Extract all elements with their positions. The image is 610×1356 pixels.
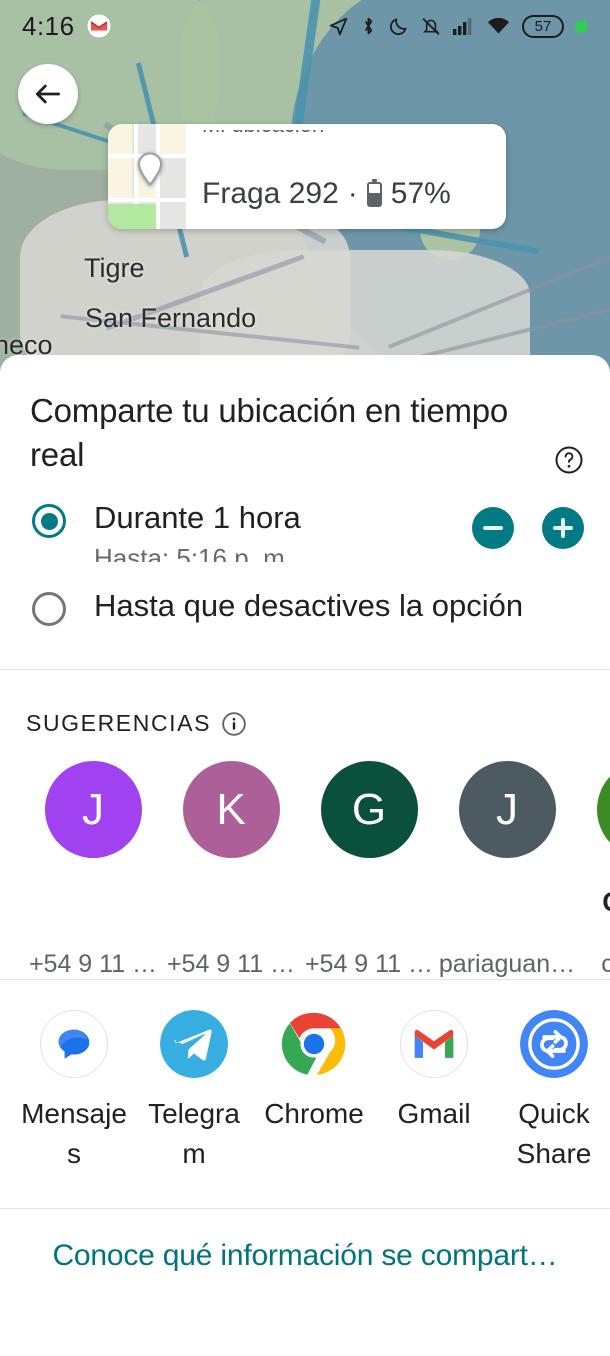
share-location-sheet: Comparte tu ubicación en tiempo real Dur… [0, 355, 610, 1356]
contact-item[interactable]: C C Rem caron… [576, 761, 610, 979]
status-bar-right: 57 [328, 14, 588, 38]
avatar: K [182, 761, 280, 858]
chrome-icon [280, 1010, 348, 1078]
radio-one-hour[interactable] [32, 504, 66, 538]
gmail-icon [400, 1010, 468, 1078]
telegram-icon [160, 1010, 228, 1078]
contact-sublabel: caron… [601, 950, 610, 978]
suggestions-header: SUGERENCIAS [0, 670, 610, 737]
status-clock: 4:16 [22, 10, 75, 41]
contact-sublabel: +54 9 11 … [304, 950, 434, 978]
share-target-telegram[interactable]: Telegram [134, 1010, 254, 1174]
avatar: G [320, 761, 418, 858]
location-card-main-row: Fraga 292 · 57% [202, 177, 490, 229]
gmail-icon [87, 14, 111, 38]
increase-duration-button[interactable] [542, 507, 584, 549]
contact-sublabel: +54 9 11 … [28, 950, 158, 978]
contact-sublabel: pariaguan… [438, 950, 576, 978]
map-label-san-fernando: San Fernando [85, 303, 257, 333]
contact-item[interactable]: J +54 9 11 … [24, 761, 162, 979]
status-bar-left: 4:16 [22, 11, 111, 42]
recording-dot-icon [575, 19, 588, 33]
avatar-initial: G [351, 784, 387, 834]
app-label: Gmail [397, 1098, 471, 1129]
option-label: Durante 1 hora [94, 500, 301, 535]
suggestions-label: SUGERENCIAS [26, 710, 212, 736]
app-label: Chrome [264, 1098, 364, 1129]
avatar-initial: J [82, 784, 104, 834]
status-bar: 4:16 57 [0, 0, 610, 52]
info-circle-icon[interactable] [221, 711, 247, 737]
location-arrow-icon [329, 17, 348, 35]
option-until-off-text: Hasta que desactives la opción [66, 587, 584, 625]
option-sublabel: Hasta: 5:16 p. m. [94, 543, 292, 562]
contact-item[interactable]: J pariaguan… [438, 761, 576, 979]
vibrate-off-icon [422, 17, 440, 35]
duration-options: Durante 1 hora Hasta: 5:16 p. m. Hasta q… [0, 477, 610, 634]
learn-more-link[interactable]: Conoce qué información se compart… [0, 1209, 610, 1273]
cellular-signal-icon [453, 18, 472, 35]
contact-item[interactable]: K +54 9 11 … [162, 761, 300, 979]
option-label: Hasta que desactives la opción [94, 588, 524, 623]
quick-share-icon [520, 1010, 588, 1078]
contact-sublabel: +54 9 11 … [166, 950, 296, 978]
share-apps-row[interactable]: Mensajes Telegram Chrome Gmail Quick Sha… [0, 980, 610, 1174]
radio-until-off[interactable] [32, 591, 66, 626]
battery-level-text: 57 [534, 17, 552, 35]
dnd-moon-icon [390, 17, 407, 35]
battery-icon [366, 178, 382, 207]
sheet-header: Comparte tu ubicación en tiempo real [0, 355, 610, 477]
avatar-initial: J [496, 784, 518, 834]
bluetooth-icon [364, 17, 373, 35]
messages-icon [40, 1010, 108, 1078]
option-row-one-hour[interactable]: Durante 1 hora Hasta: 5:16 p. m. [0, 499, 610, 562]
app-label: Telegram [148, 1098, 240, 1169]
battery-pill: 57 [522, 14, 564, 38]
option-row-until-off[interactable]: Hasta que desactives la opción [0, 578, 610, 634]
help-circle-icon[interactable] [554, 445, 584, 475]
duration-stepper [472, 507, 584, 549]
location-place-name: Fraga 292 [202, 177, 339, 210]
avatar-initial: K [216, 784, 246, 834]
location-card-body: Mi ubicación Fraga 292 · 57% [186, 124, 506, 229]
arrow-back-icon [36, 84, 60, 104]
app-label: Quick Share [516, 1098, 592, 1169]
location-card-clipped-line: Mi ubicación [202, 130, 496, 152]
option-one-hour-text: Durante 1 hora Hasta: 5:16 p. m. [66, 499, 472, 562]
map-thumbnail [108, 124, 186, 229]
share-target-chrome[interactable]: Chrome [254, 1010, 374, 1174]
location-card[interactable]: Mi ubicación Fraga 292 · 57% [108, 124, 506, 229]
contact-item[interactable]: G +54 9 11 … [300, 761, 438, 979]
decrease-duration-button[interactable] [472, 507, 514, 549]
location-separator: · [347, 177, 358, 210]
contact-name: C Rem [602, 886, 610, 918]
minus-circle-icon [483, 526, 503, 530]
wifi-icon [488, 17, 509, 34]
radio-inner-dot [40, 512, 58, 530]
share-target-gmail[interactable]: Gmail [374, 1010, 494, 1174]
app-label: Mensajes [21, 1098, 127, 1169]
location-battery-text: 57% [390, 177, 451, 210]
plus-circle-icon-vertical [561, 518, 565, 538]
avatar: J [458, 761, 556, 858]
back-button[interactable] [18, 64, 78, 124]
page-title: Comparte tu ubicación en tiempo real [30, 392, 509, 473]
avatar: J [44, 761, 142, 858]
phone-screen: Tigre San Fernando neco 4:16 57 Fraga 29… [0, 0, 610, 1356]
map-label-tigre: Tigre [84, 253, 145, 283]
share-target-quick-share[interactable]: Quick Share [494, 1010, 610, 1174]
share-target-messages[interactable]: Mensajes [14, 1010, 134, 1174]
map-pin-icon [137, 152, 163, 186]
avatar: C [596, 761, 610, 858]
suggested-contacts-row[interactable]: J +54 9 11 … K +54 9 11 … G +54 9 11 … J… [0, 737, 610, 979]
